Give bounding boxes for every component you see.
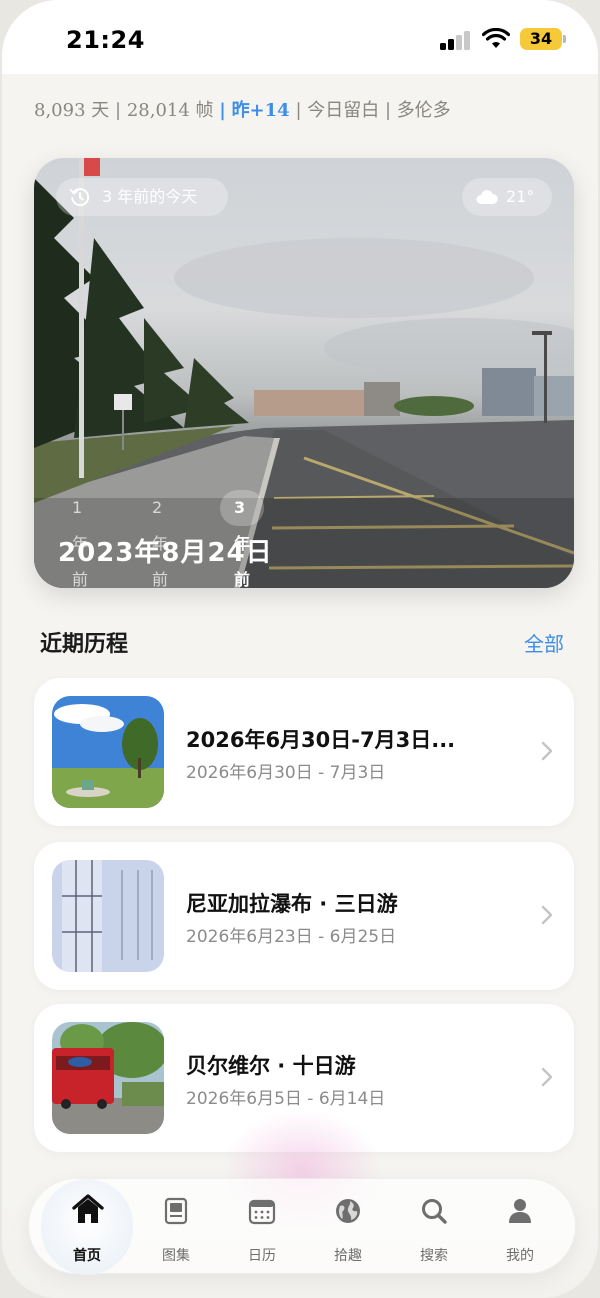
- chevron-right-icon: [541, 905, 553, 925]
- memory-photo: [34, 158, 574, 588]
- stats-frames: 28,014 帧: [126, 100, 214, 121]
- year-tab-1[interactable]: 1年前: [72, 490, 88, 588]
- chevron-right-icon: [541, 1067, 553, 1087]
- trip-title: 贝尔维尔 · 十日游: [186, 1054, 356, 1078]
- battery-indicator: 34: [520, 28, 566, 50]
- cellular-signal-icon: [440, 30, 472, 50]
- stats-note: 今日留白: [307, 100, 380, 121]
- tab-label: 首页: [73, 1248, 101, 1264]
- chevron-right-icon: [541, 741, 553, 761]
- stats-yesterday: 昨+14: [231, 100, 290, 121]
- tab-album[interactable]: 图集: [133, 1179, 219, 1275]
- app-screen: 21:24 34 8,093 天 | 28,014 帧 | 昨+14 | 今日留…: [2, 0, 598, 1298]
- temperature-label: 21°: [506, 187, 535, 206]
- list-item[interactable]: 2026年6月30日-7月3日... 2026年6月30日 - 7月3日: [34, 678, 574, 826]
- tab-label: 我的: [506, 1248, 534, 1264]
- album-icon: [164, 1197, 188, 1225]
- list-item[interactable]: 尼亚加拉瀑布 · 三日游 2026年6月23日 - 6月25日: [34, 842, 574, 990]
- tab-search[interactable]: 搜索: [391, 1179, 477, 1275]
- tab-label: 搜索: [420, 1248, 448, 1264]
- trip-thumbnail: [52, 696, 164, 808]
- trip-date-range: 2026年6月5日 - 6月14日: [186, 1089, 386, 1109]
- person-icon: [509, 1199, 531, 1223]
- trip-date-range: 2026年6月23日 - 6月25日: [186, 927, 397, 947]
- globe-icon: [336, 1199, 360, 1223]
- year-tab-3[interactable]: 3年前: [220, 490, 264, 588]
- wifi-icon: [482, 28, 510, 48]
- on-this-day-card[interactable]: 3 年前的今天 21° 1年前 2年前 3年前 2023年8月24日: [34, 158, 574, 588]
- trip-thumbnail: [52, 1022, 164, 1134]
- years-ago-badge[interactable]: 3 年前的今天: [56, 178, 228, 216]
- weather-badge: 21°: [462, 178, 552, 216]
- home-icon: [72, 1194, 104, 1223]
- clock-history-icon: [70, 188, 90, 207]
- tab-home[interactable]: 首页: [41, 1179, 133, 1275]
- tab-profile[interactable]: 我的: [477, 1179, 563, 1275]
- tab-calendar[interactable]: 日历: [219, 1179, 305, 1275]
- calendar-icon: [248, 1199, 276, 1225]
- recent-section-title: 近期历程: [40, 632, 129, 657]
- trip-title: 2026年6月30日-7月3日...: [186, 728, 456, 752]
- trip-date-range: 2026年6月30日 - 7月3日: [186, 763, 386, 783]
- stats-days: 8,093 天: [34, 100, 110, 121]
- tab-label: 日历: [248, 1248, 276, 1264]
- trip-title: 尼亚加拉瀑布 · 三日游: [186, 892, 398, 916]
- tab-label: 拾趣: [334, 1248, 362, 1264]
- years-ago-label: 3 年前的今天: [102, 187, 198, 206]
- search-icon: [422, 1199, 447, 1224]
- tab-discover[interactable]: 拾趣: [305, 1179, 391, 1275]
- memory-date: 2023年8月24日: [58, 538, 273, 568]
- cloud-icon: [476, 190, 498, 204]
- tab-bar: 首页 图集 日历 拾趣 搜索 我的: [28, 1178, 576, 1275]
- year-tab-2[interactable]: 2年前: [152, 490, 168, 588]
- tab-label: 图集: [162, 1248, 190, 1264]
- view-all-link[interactable]: 全部: [524, 628, 564, 657]
- trip-thumbnail: [52, 860, 164, 972]
- stats-city: 多伦多: [396, 100, 451, 121]
- status-time: 21:24: [66, 26, 145, 54]
- stats-line: 8,093 天 | 28,014 帧 | 昨+14 | 今日留白 | 多伦多: [34, 100, 451, 121]
- status-bar: 21:24 34: [2, 0, 598, 74]
